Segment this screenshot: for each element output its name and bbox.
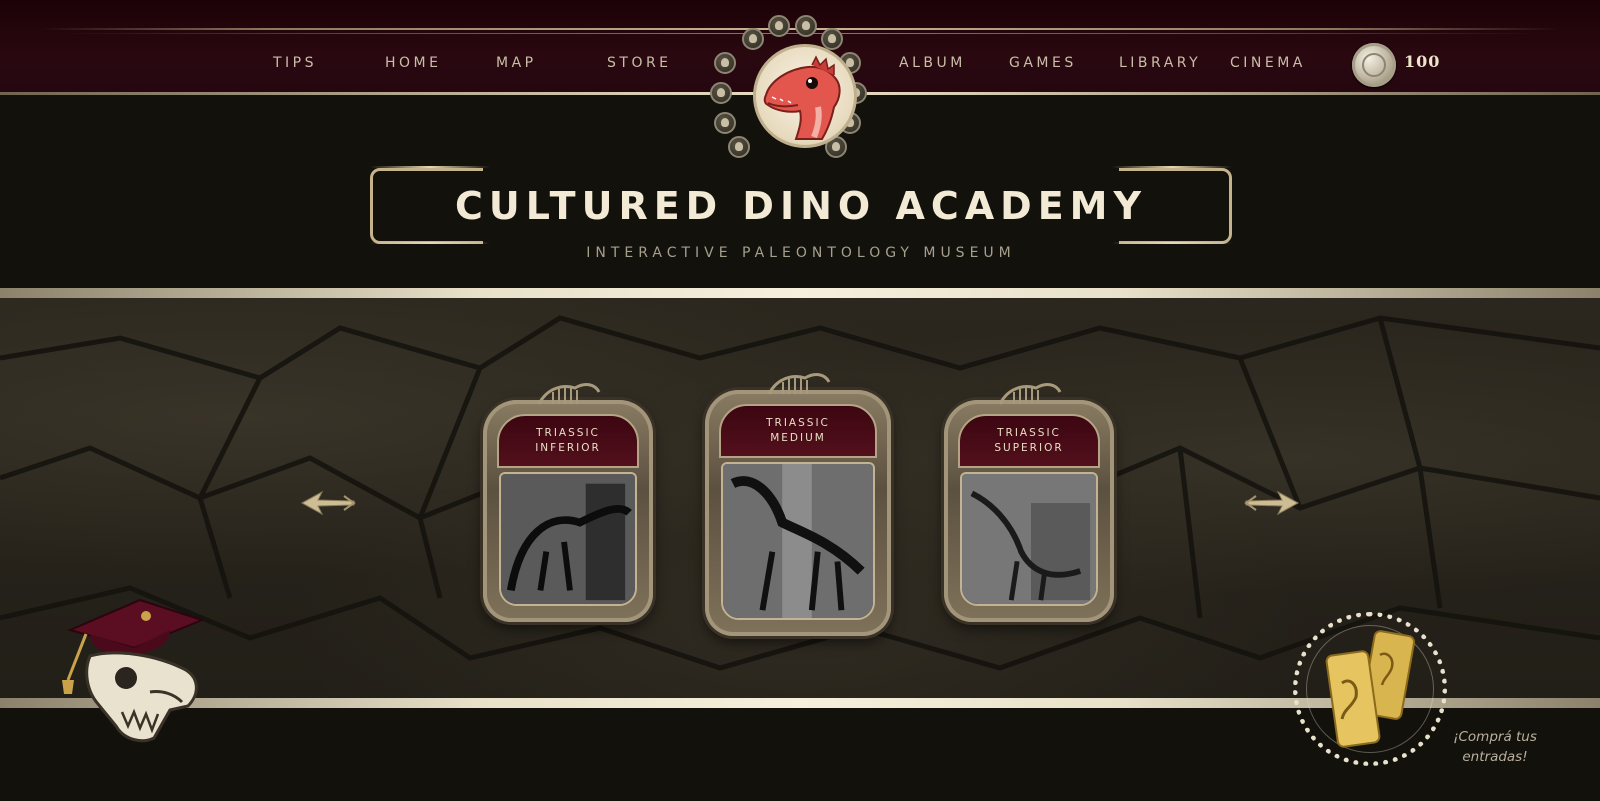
card-title: TRIASSIC MEDIUM bbox=[719, 404, 877, 458]
footprint-icon bbox=[710, 82, 732, 104]
tickets-icon bbox=[1325, 630, 1416, 748]
card-triassic-medium[interactable]: TRIASSIC MEDIUM bbox=[705, 373, 891, 636]
fossil-icon bbox=[767, 373, 831, 395]
footprint-icon bbox=[714, 52, 736, 74]
footprint-icon bbox=[728, 136, 750, 158]
footprint-icon bbox=[714, 112, 736, 134]
title-accent bbox=[1112, 242, 1232, 244]
carousel-next-button[interactable] bbox=[1244, 488, 1300, 518]
fossil-icon bbox=[537, 383, 601, 405]
band-top-rule bbox=[0, 288, 1600, 298]
card-title-line: TRIASSIC bbox=[536, 427, 600, 439]
nav-home[interactable]: HOME bbox=[385, 55, 441, 71]
title-accent bbox=[370, 242, 490, 244]
dino-mascot-icon bbox=[753, 44, 857, 148]
footprint-icon bbox=[768, 15, 790, 37]
card-triassic-inferior[interactable]: TRIASSIC INFERIOR bbox=[483, 383, 653, 622]
card-title-line: SUPERIOR bbox=[994, 442, 1064, 454]
card-title-line: INFERIOR bbox=[535, 442, 601, 454]
card-triassic-superior[interactable]: TRIASSIC SUPERIOR bbox=[944, 383, 1114, 622]
buy-tickets-label-line: entradas! bbox=[1462, 749, 1528, 765]
page-subtitle: INTERACTIVE PALEONTOLOGY MUSEUM bbox=[586, 245, 1016, 261]
card-photo bbox=[960, 472, 1098, 606]
card-title-line: MEDIUM bbox=[770, 432, 826, 444]
fossil-icon bbox=[998, 383, 1062, 405]
academy-emblem[interactable] bbox=[710, 12, 882, 162]
nav-tips[interactable]: TIPS bbox=[273, 55, 317, 71]
graduation-skull-icon[interactable] bbox=[50, 594, 210, 754]
arrow-left-icon bbox=[300, 490, 356, 516]
card-title-line: TRIASSIC bbox=[766, 417, 830, 429]
coin-count: 100 bbox=[1404, 52, 1441, 71]
card-title-line: TRIASSIC bbox=[997, 427, 1061, 439]
nav-games[interactable]: GAMES bbox=[1009, 55, 1077, 71]
card-title: TRIASSIC SUPERIOR bbox=[958, 414, 1100, 468]
title-accent bbox=[1112, 166, 1232, 168]
buy-tickets-button[interactable] bbox=[1293, 612, 1447, 766]
title-accent bbox=[370, 166, 490, 168]
nav-map[interactable]: MAP bbox=[496, 55, 537, 71]
card-photo bbox=[499, 472, 637, 606]
card-title: TRIASSIC INFERIOR bbox=[497, 414, 639, 468]
footprint-icon bbox=[795, 15, 817, 37]
nav-store[interactable]: STORE bbox=[607, 55, 672, 71]
carousel-prev-button[interactable] bbox=[300, 488, 356, 518]
nav-album[interactable]: ALBUM bbox=[899, 55, 966, 71]
nav-library[interactable]: LIBRARY bbox=[1119, 55, 1201, 71]
buy-tickets-label-line: ¡Comprá tus bbox=[1453, 729, 1537, 745]
arrow-right-icon bbox=[1244, 490, 1300, 516]
page-title: CULTURED DINO ACADEMY bbox=[455, 184, 1147, 228]
buy-tickets-label[interactable]: ¡Comprá tus entradas! bbox=[1440, 727, 1550, 767]
card-photo bbox=[721, 462, 875, 620]
coin-icon[interactable] bbox=[1352, 43, 1396, 87]
nav-cinema[interactable]: CINEMA bbox=[1230, 55, 1306, 71]
